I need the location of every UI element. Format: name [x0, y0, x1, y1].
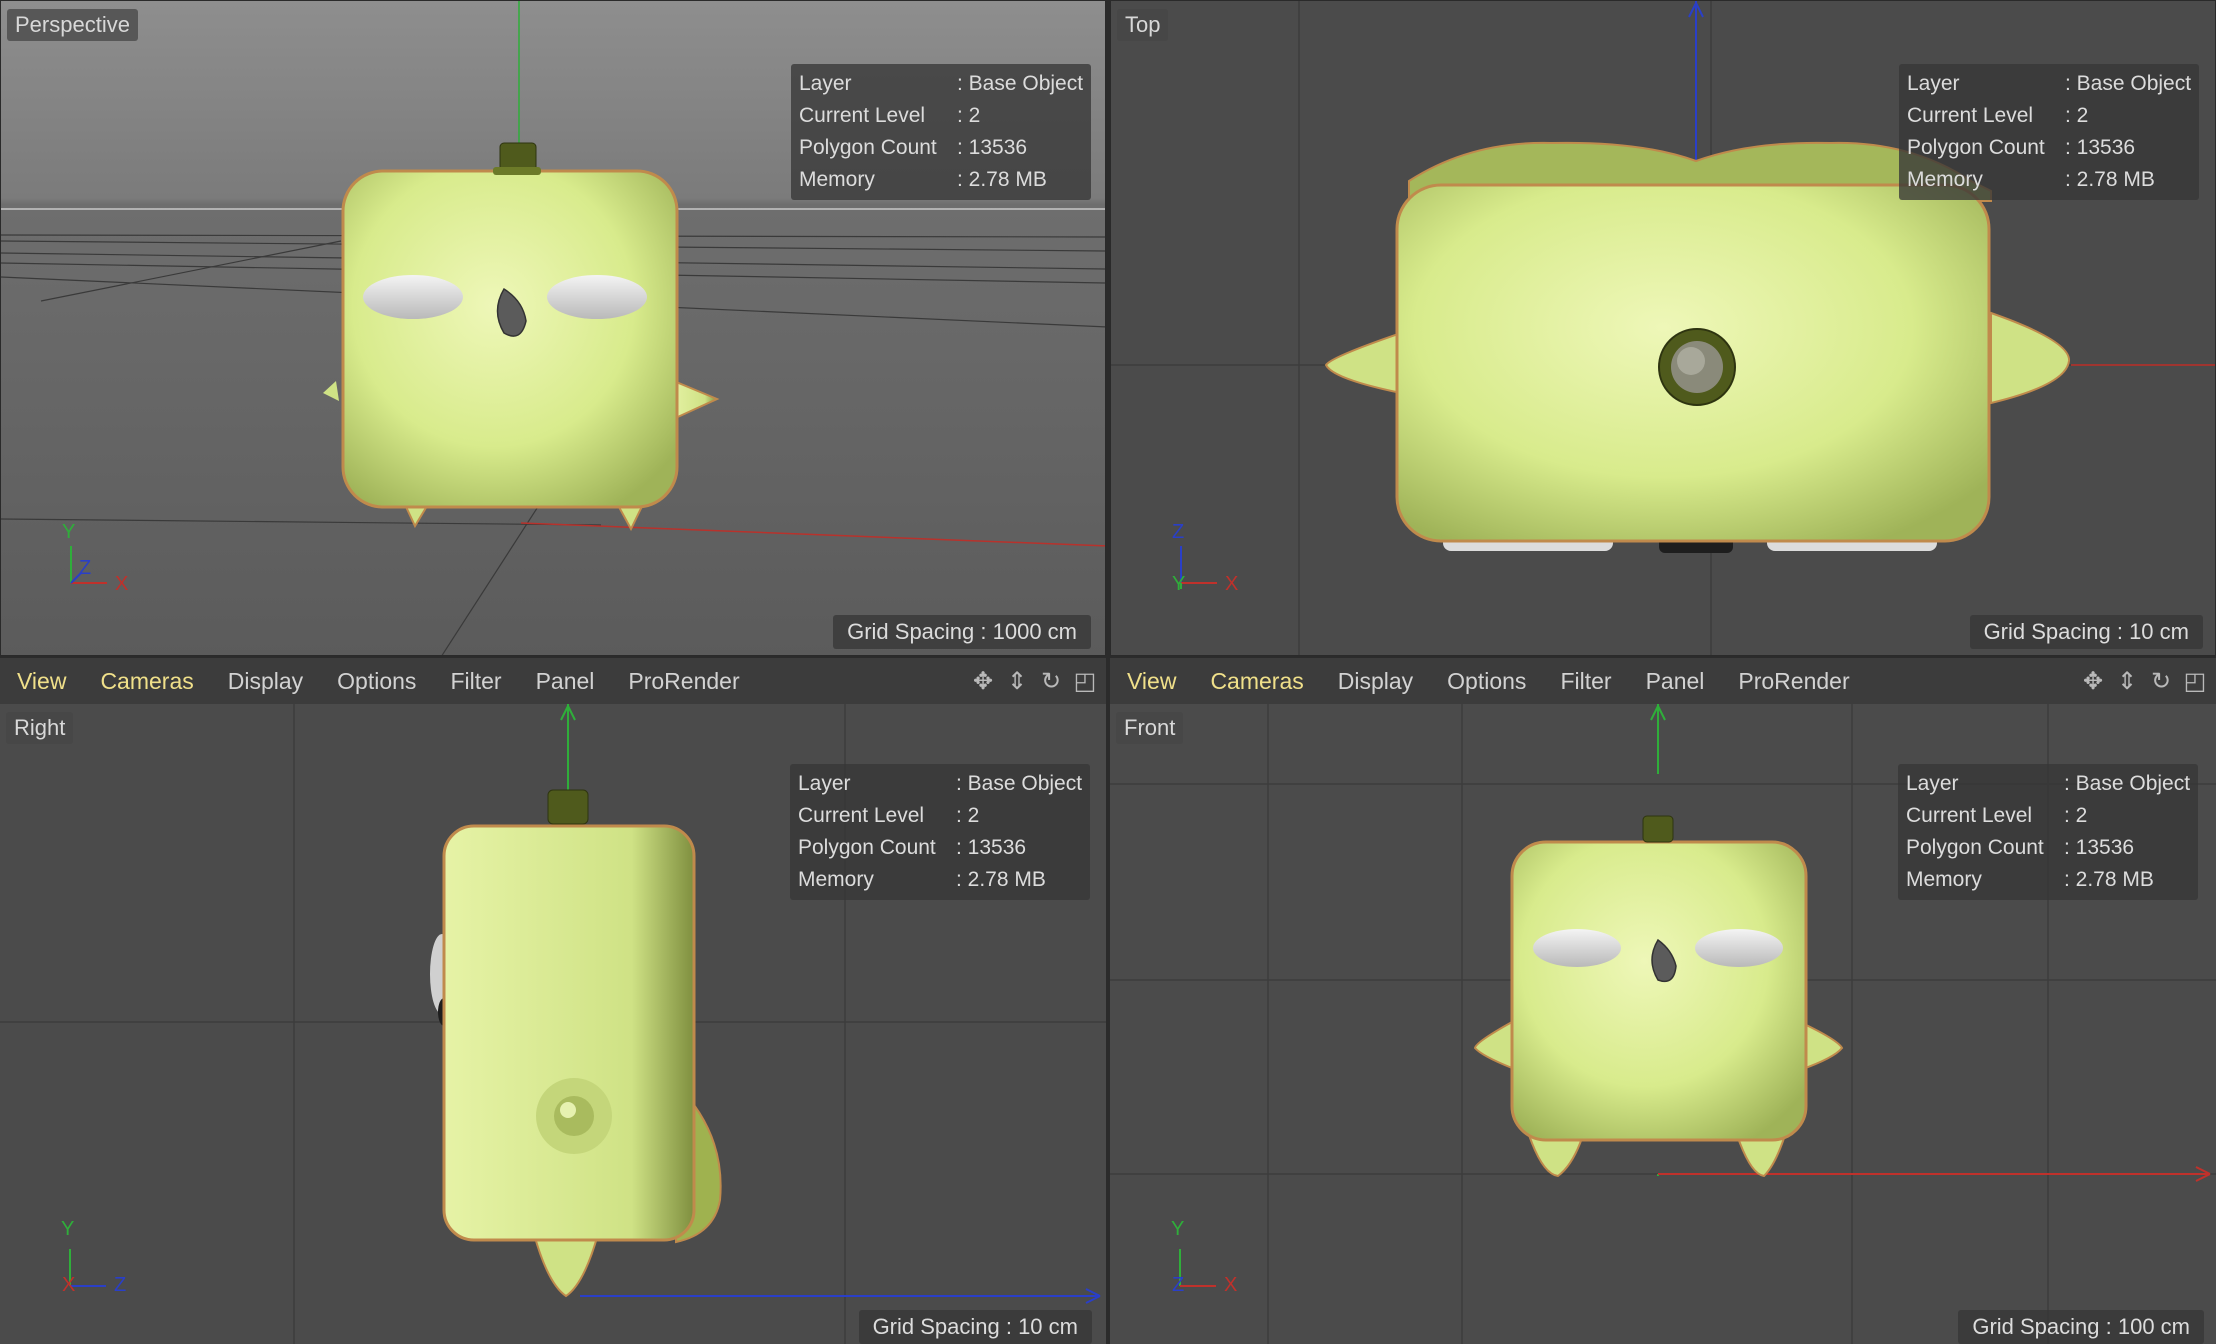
hud-value-level: : 2 [957, 104, 981, 127]
viewport-right[interactable]: Y X Z Right Layer : Base Object Current L… [0, 704, 1106, 1344]
hud-key-memory: Memory [799, 168, 875, 191]
hud-value-layer: : Base Object [2064, 772, 2191, 795]
viewport-title: Front [1116, 712, 1184, 744]
hud-key-polycount: Polygon Count [1907, 136, 2045, 159]
menu-options[interactable]: Options [1447, 668, 1526, 695]
hud-key-level: Current Level [1906, 804, 2033, 827]
axis-label-x: X [115, 573, 129, 595]
axis-label-z: Z [1172, 1274, 1185, 1296]
model-right [430, 789, 722, 1298]
rotate-view-icon[interactable]: ↻ [1036, 665, 1066, 697]
axis-label-x: X [1224, 1274, 1238, 1296]
toggle-layout-icon[interactable]: ◰ [2180, 665, 2210, 697]
zoom-view-icon[interactable]: ⇕ [2112, 665, 2142, 697]
viewport-info-hud: Layer : Base Object Current Level : 2 Poly… [791, 64, 1092, 200]
grid-spacing-label: Grid Spacing : 10 cm [858, 1310, 1092, 1344]
axis-label-y: Y [62, 521, 76, 543]
menu-view[interactable]: View [17, 668, 66, 695]
hud-value-polycount: : 13536 [956, 836, 1027, 859]
hud-key-layer: Layer [799, 72, 852, 95]
axis-label-z: Z [114, 1274, 127, 1296]
hud-value-level: : 2 [956, 804, 980, 827]
hud-key-memory: Memory [1906, 868, 1982, 891]
viewport-title: Perspective [7, 9, 138, 41]
axis-label-y: Y [61, 1218, 75, 1240]
menu-filter[interactable]: Filter [450, 668, 501, 695]
menu-filter[interactable]: Filter [1560, 668, 1611, 695]
rotate-view-icon[interactable]: ↻ [2146, 665, 2176, 697]
hud-value-polycount: : 13536 [957, 136, 1028, 159]
hud-key-polycount: Polygon Count [1906, 836, 2044, 859]
model-front [1473, 815, 1844, 1178]
model-top [1324, 141, 2071, 553]
viewport-perspective[interactable]: Y Z X Perspective Layer : Base Object Cur… [0, 0, 1106, 656]
viewport-front[interactable]: Y Z X Front Layer : Base Object Current L… [1110, 704, 2216, 1344]
grid-spacing-label: Grid Spacing : 1000 cm [833, 615, 1091, 649]
hud-value-layer: : Base Object [2065, 72, 2192, 95]
axis-label-z: Z [79, 557, 92, 579]
hud-key-layer: Layer [798, 772, 851, 795]
hud-value-memory: : 2.78 MB [957, 168, 1047, 191]
hud-key-level: Current Level [798, 804, 925, 827]
model-perspective [323, 142, 720, 532]
axis-label-y: Y [1172, 573, 1186, 595]
menu-cameras[interactable]: Cameras [1210, 668, 1303, 695]
menu-options[interactable]: Options [337, 668, 416, 695]
hud-value-level: : 2 [2064, 804, 2088, 827]
viewport-info-hud: Layer : Base Object Current Level : 2 Poly… [1899, 64, 2200, 200]
axis-label-x: X [62, 1274, 76, 1296]
hud-value-layer: : Base Object [957, 72, 1084, 95]
hud-key-polycount: Polygon Count [799, 136, 937, 159]
viewport-menubar-right-view: View Cameras Display Options Filter Pane… [0, 658, 1106, 705]
hud-key-level: Current Level [799, 104, 926, 127]
zoom-view-icon[interactable]: ⇕ [1002, 665, 1032, 697]
hud-key-layer: Layer [1906, 772, 1959, 795]
axis-label-x: X [1225, 573, 1239, 595]
menu-prorender[interactable]: ProRender [628, 668, 739, 695]
hud-value-layer: : Base Object [956, 772, 1083, 795]
viewport-info-hud: Layer : Base Object Current Level : 2 Poly… [1898, 764, 2199, 900]
hud-key-level: Current Level [1907, 104, 2034, 127]
menu-display[interactable]: Display [1338, 668, 1413, 695]
viewport-info-hud: Layer : Base Object Current Level : 2 Poly… [790, 764, 1091, 900]
viewport-title: Top [1117, 9, 1169, 41]
hud-key-memory: Memory [798, 868, 874, 891]
hud-key-polycount: Polygon Count [798, 836, 936, 859]
toggle-layout-icon[interactable]: ◰ [1070, 665, 1100, 697]
grid-spacing-label: Grid Spacing : 10 cm [1969, 615, 2203, 649]
menu-panel[interactable]: Panel [536, 668, 595, 695]
menu-panel[interactable]: Panel [1646, 668, 1705, 695]
axis-label-y: Y [1171, 1218, 1185, 1240]
hud-value-memory: : 2.78 MB [2064, 868, 2154, 891]
grid-spacing-label: Grid Spacing : 100 cm [1958, 1310, 2204, 1344]
menu-prorender[interactable]: ProRender [1738, 668, 1849, 695]
hud-value-memory: : 2.78 MB [2065, 168, 2155, 191]
hud-value-polycount: : 13536 [2065, 136, 2136, 159]
viewport-divider-vertical[interactable] [1106, 0, 1110, 1344]
viewport-top[interactable]: Z Y X Top Layer : Base Object Current Lev… [1110, 0, 2216, 656]
menu-display[interactable]: Display [228, 668, 303, 695]
viewport-menubar-front-view: View Cameras Display Options Filter Pane… [1110, 658, 2216, 705]
axis-label-z: Z [1172, 521, 1185, 543]
viewport-divider-horizontal[interactable] [0, 656, 2216, 658]
hud-key-layer: Layer [1907, 72, 1960, 95]
move-view-icon[interactable]: ✥ [968, 665, 998, 697]
menu-view[interactable]: View [1127, 668, 1176, 695]
viewport-title: Right [6, 712, 74, 744]
menu-cameras[interactable]: Cameras [100, 668, 193, 695]
hud-value-polycount: : 13536 [2064, 836, 2135, 859]
hud-key-memory: Memory [1907, 168, 1983, 191]
hud-value-memory: : 2.78 MB [956, 868, 1046, 891]
hud-value-level: : 2 [2065, 104, 2089, 127]
move-view-icon[interactable]: ✥ [2078, 665, 2108, 697]
